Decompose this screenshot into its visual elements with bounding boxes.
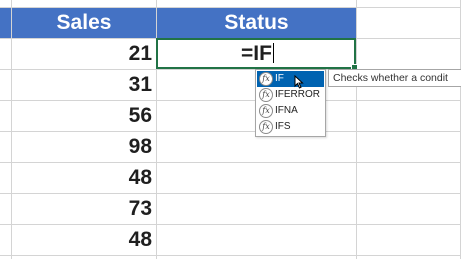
header-cell-blank[interactable] xyxy=(0,8,11,38)
sales-cell[interactable]: 98 xyxy=(12,131,156,162)
autocomplete-item-label: IF xyxy=(275,73,284,84)
sales-cell[interactable]: 31 xyxy=(12,69,156,100)
sales-cell[interactable]: 73 xyxy=(12,193,156,224)
function-icon: fx xyxy=(259,88,273,102)
row-divider xyxy=(0,255,461,256)
function-icon: fx xyxy=(259,120,273,134)
sales-header[interactable]: Sales xyxy=(12,8,156,38)
spreadsheet-grid: Sales Status 21 31 56 98 48 73 48 =IF fx… xyxy=(0,0,461,259)
autocomplete-item-label: IFERROR xyxy=(275,89,320,100)
autocomplete-item-label: IFS xyxy=(275,121,291,132)
text-caret xyxy=(272,43,274,63)
formula-entry[interactable]: =IF xyxy=(241,42,274,66)
sales-cell[interactable]: 48 xyxy=(12,224,156,255)
autocomplete-item-iferror[interactable]: fx IFERROR xyxy=(257,87,324,103)
function-autocomplete-list: fx IF fx IFERROR fx IFNA fx IFS xyxy=(255,69,326,137)
function-icon: fx xyxy=(259,104,273,118)
autocomplete-item-label: IFNA xyxy=(275,105,298,116)
function-icon: fx xyxy=(259,72,273,86)
status-header[interactable]: Status xyxy=(157,8,356,38)
autocomplete-item-ifna[interactable]: fx IFNA xyxy=(257,103,324,119)
sales-cell[interactable]: 56 xyxy=(12,100,156,131)
formula-text: =IF xyxy=(241,42,272,65)
sales-cell[interactable]: 21 xyxy=(12,38,156,69)
autocomplete-item-ifs[interactable]: fx IFS xyxy=(257,119,324,135)
sales-cell[interactable]: 48 xyxy=(12,162,156,193)
active-status-cell[interactable]: =IF xyxy=(156,38,358,71)
autocomplete-item-if[interactable]: fx IF xyxy=(257,71,324,87)
mouse-pointer-icon xyxy=(294,75,304,89)
function-tooltip: Checks whether a condit xyxy=(328,69,461,87)
